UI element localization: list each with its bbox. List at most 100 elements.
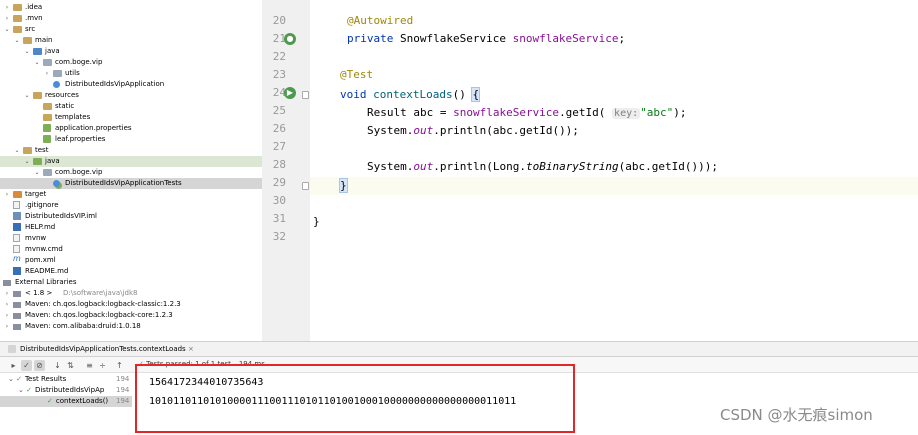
show-passed-icon[interactable]: ✓ [21,360,32,371]
chevron-right-icon[interactable]: › [3,189,11,200]
tree-item[interactable]: ⌄ com.boge.vip [0,167,262,178]
tree-item[interactable]: › < 1.8 > D:\software\java\jdk8 [0,288,262,299]
tree-item-label: resources [45,91,79,99]
chevron-down-icon[interactable]: ⌄ [13,145,21,156]
tree-item[interactable]: static [0,101,262,112]
code-line-29[interactable]: } [339,177,348,195]
iml-icon [13,212,21,220]
test-folder-icon [33,158,42,165]
code-line-25[interactable]: Result abc = snowflakeService.getId( key… [367,104,687,122]
collapse-all-icon[interactable]: ÷ [97,360,108,371]
code-line-31[interactable]: } [313,213,320,231]
tree-item-label: target [25,190,47,198]
tree-item-label: main [35,36,53,44]
tree-item[interactable]: › utils [0,68,262,79]
tree-item[interactable]: › Maven: com.alibaba:druid:1.0.18 [0,321,262,332]
tree-item[interactable]: ⌄ test [0,145,262,156]
chevron-down-icon[interactable]: ⌄ [33,57,41,68]
run-test-icon[interactable]: ▶ [284,87,296,99]
tree-item[interactable]: application.properties [0,123,262,134]
line-number: 24 [272,86,286,99]
run-tab-label: DistributedIdsVipApplicationTests.contex… [20,345,186,353]
tree-item-label: Maven: ch.qos.logback:logback-classic:1.… [25,300,181,308]
chevron-right-icon[interactable]: › [43,68,51,79]
tree-item[interactable]: m pom.xml [0,254,262,266]
tree-item[interactable]: › Maven: ch.qos.logback:logback-core:1.2.… [0,310,262,321]
type-name: SnowflakeService [393,32,513,45]
sort-alpha-icon[interactable]: ↓ [52,360,63,371]
tree-item[interactable]: › target [0,189,262,200]
package-icon [43,169,52,176]
chevron-down-icon[interactable]: ⌄ [13,35,21,46]
tree-item-label: templates [55,113,91,121]
tree-item[interactable]: DistributedIdsVipApplication [0,79,262,90]
tree-item[interactable]: ⌄ resources [0,90,262,101]
test-method-label: contextLoads() [55,397,109,405]
chevron-down-icon[interactable]: ⌄ [0,277,1,288]
chevron-right-icon[interactable]: › [3,299,11,310]
rerun-icon[interactable]: ▸ [8,360,19,371]
tree-item-label: mvnw [25,234,47,242]
tree-item[interactable]: ⌄ java [0,46,262,57]
tree-item[interactable]: templates [0,112,262,123]
run-tab[interactable]: DistributedIdsVipApplicationTests.contex… [8,343,194,356]
chevron-down-icon[interactable]: ⌄ [33,167,41,178]
sort-duration-icon[interactable]: ⇅ [65,360,76,371]
test-results-root[interactable]: ⌄ ✓ Test Results 194 ms [8,374,142,385]
chevron-right-icon[interactable]: › [3,288,11,299]
code-text: (abc.getId())); [618,160,719,173]
code-text: .println(abc.getId()); [433,124,579,137]
tree-item[interactable]: ⌄ External Libraries [0,277,262,288]
code-line-23[interactable]: @Test [340,66,373,84]
tree-item[interactable]: ⌄ java [0,156,262,167]
run-config-icon [8,345,16,353]
semicolon: ; [618,32,626,45]
tree-item[interactable]: › Maven: ch.qos.logback:logback-classic:1… [0,299,262,310]
code-line-20[interactable]: @Autowired [347,12,413,30]
expand-all-icon[interactable]: ≡ [84,360,95,371]
string-literal: "abc" [640,106,674,119]
code-text: .getId( [559,106,606,119]
tree-item[interactable]: mvnw [0,233,262,244]
tree-item[interactable]: ⌄ main [0,35,262,46]
close-icon[interactable]: × [188,345,194,353]
folder-icon [23,147,32,154]
tree-item[interactable]: DistributedIdsVIP.iml [0,211,262,222]
folder-icon [13,26,22,33]
static-field: out [413,124,434,137]
previous-failed-icon[interactable]: ↑ [114,360,125,371]
tree-item[interactable]: ⌄ src [0,24,262,35]
chevron-right-icon[interactable]: › [3,2,11,13]
chevron-right-icon[interactable]: › [3,321,11,332]
tree-item[interactable]: › .idea [0,2,262,13]
tree-item[interactable]: DistributedIdsVipApplicationTests [0,178,262,189]
chevron-down-icon[interactable]: ⌄ [23,90,31,101]
fold-marker-icon[interactable] [302,91,309,99]
code-line-21[interactable]: private SnowflakeService snowflakeServic… [347,30,625,48]
tree-item[interactable]: .gitignore [0,200,262,211]
test-class-label: DistributedIdsVipAp [34,386,105,394]
chevron-right-icon[interactable]: › [3,13,11,24]
chevron-right-icon[interactable]: › [3,310,11,321]
tree-item[interactable]: README.md [0,266,262,277]
bean-icon[interactable]: ● [284,33,296,45]
project-tree: › .idea › .mvn ⌄ src ⌄ main ⌄ java ⌄ com.boge.vip › u… [0,0,262,341]
tree-item-label: com.boge.vip [55,58,103,66]
fold-marker-icon[interactable] [302,182,309,190]
tree-item[interactable]: leaf.properties [0,134,262,145]
tree-item[interactable]: mvnw.cmd [0,244,262,255]
test-class-row[interactable]: ⌄ ✓ DistributedIdsVipAp 194 ms [18,385,142,396]
chevron-down-icon[interactable]: ⌄ [3,24,11,35]
folder-icon [23,37,32,44]
code-line-28[interactable]: System.out.println(Long.toBinaryString(a… [367,158,718,176]
code-line-24[interactable]: void contextLoads() { [340,86,481,104]
properties-icon [43,135,51,143]
test-method-row[interactable]: ✓ contextLoads() 194 ms [0,396,142,407]
chevron-down-icon[interactable]: ⌄ [23,156,31,167]
tree-item[interactable]: HELP.md [0,222,262,233]
show-ignored-icon[interactable]: ⊘ [34,360,45,371]
tree-item[interactable]: › .mvn [0,13,262,24]
code-line-26[interactable]: System.out.println(abc.getId()); [367,122,579,140]
chevron-down-icon[interactable]: ⌄ [23,46,31,57]
tree-item[interactable]: ⌄ com.boge.vip [0,57,262,68]
